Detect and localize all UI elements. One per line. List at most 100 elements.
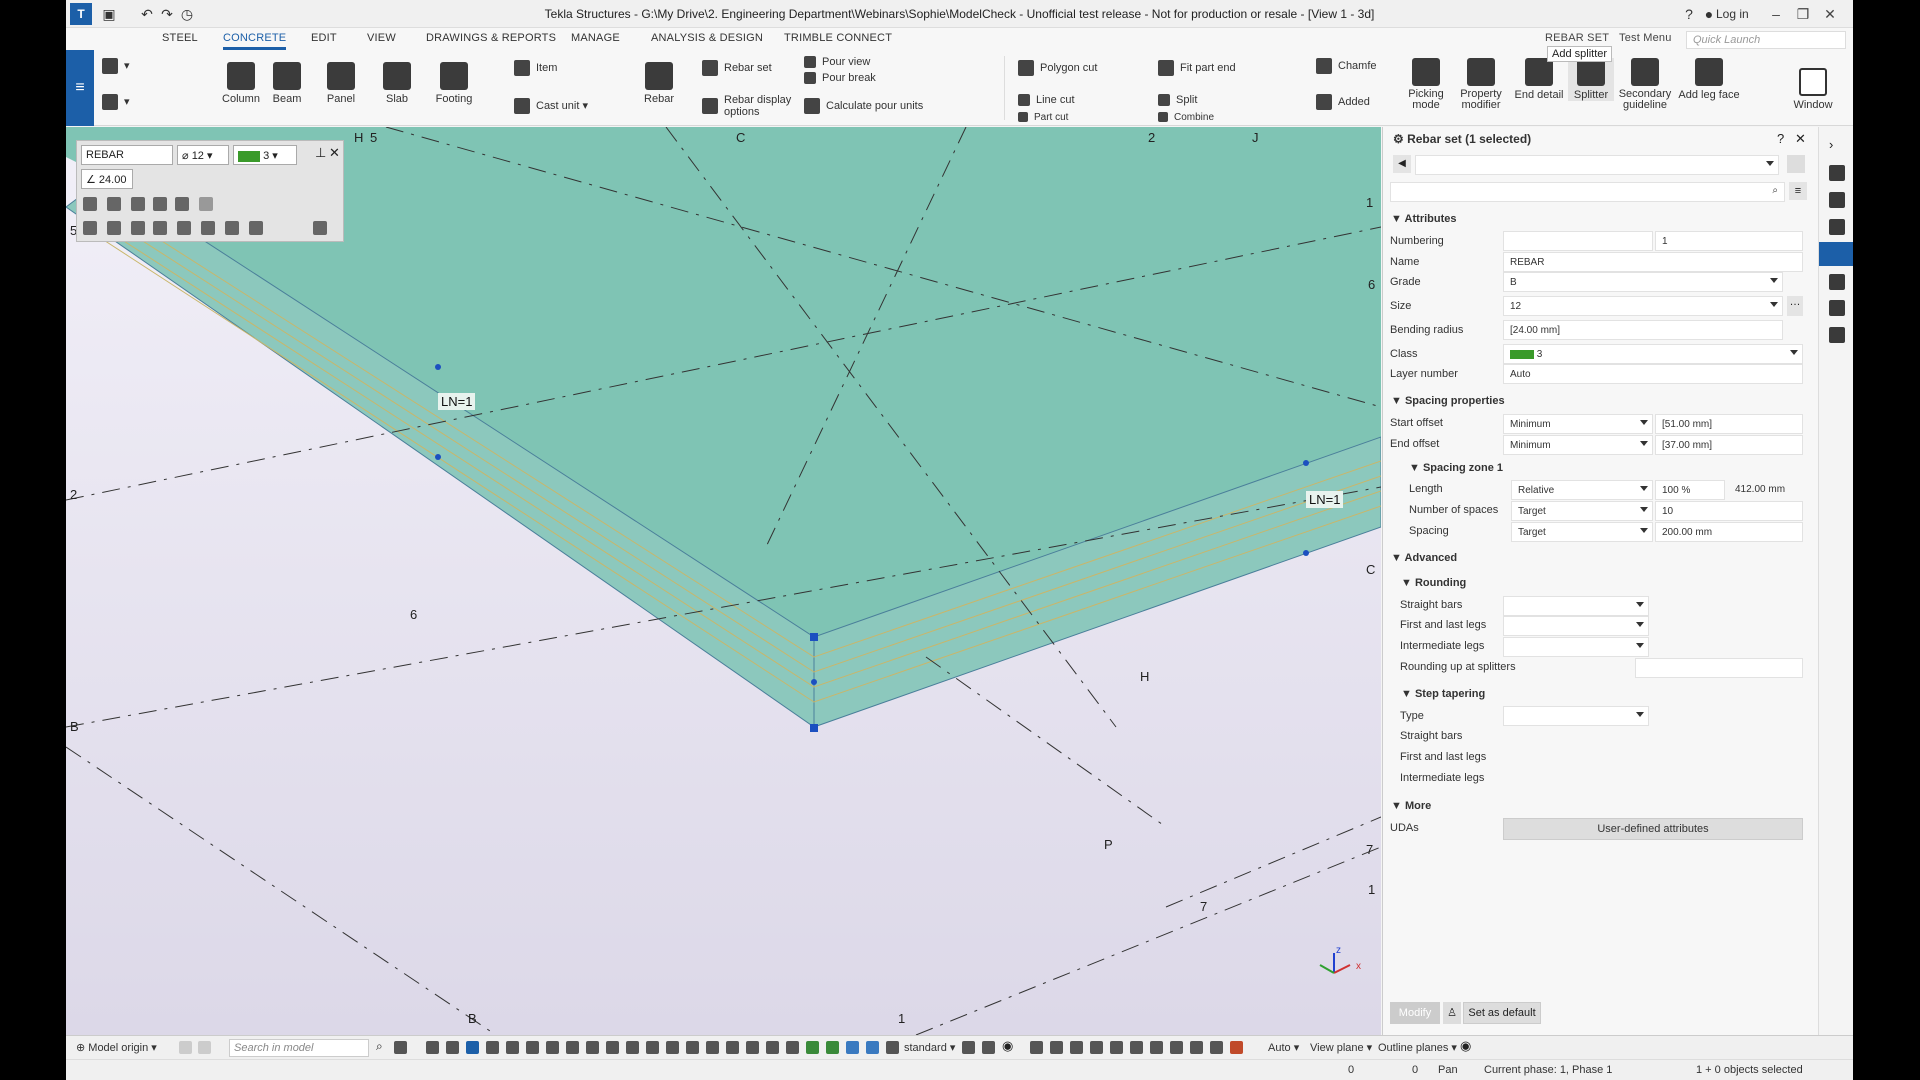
pin-icon[interactable]: ⊥ [315, 145, 326, 161]
line-cut-button[interactable]: Line cut [1018, 94, 1075, 107]
size-select[interactable]: 12 [1503, 296, 1783, 316]
snap-icon[interactable] [982, 1041, 995, 1054]
eye-icon[interactable]: ◉ [1460, 1038, 1473, 1053]
mini-tool-icon[interactable] [177, 221, 191, 235]
snap-icon[interactable] [1210, 1041, 1223, 1054]
snap-icon[interactable] [826, 1041, 839, 1054]
combine-button[interactable]: Combine [1158, 112, 1214, 123]
cube-icon[interactable] [1829, 274, 1845, 290]
mini-tool-icon[interactable] [249, 221, 263, 235]
list-icon[interactable] [313, 221, 327, 235]
help-tool-icon[interactable]: ▾ [102, 94, 130, 110]
bending-radius-input[interactable]: [24.00 mm] [1503, 320, 1783, 340]
panel-button[interactable]: Panel [318, 62, 364, 105]
added-material-button[interactable]: Added [1316, 94, 1370, 110]
quick-launch-input[interactable]: Quick Launch [1686, 31, 1846, 49]
numbering-start-input[interactable]: 1 [1655, 231, 1803, 251]
snap-icon[interactable] [1090, 1041, 1103, 1054]
snap-icon[interactable] [1070, 1041, 1083, 1054]
mini-size-field[interactable]: ⌀ 12 ▾ [177, 145, 229, 165]
start-offset-input[interactable]: [51.00 mm] [1655, 414, 1803, 434]
beam-button[interactable]: Beam [264, 62, 310, 105]
rebar-button[interactable]: Rebar [636, 62, 682, 105]
section-spacing-zone[interactable]: ▼ Spacing zone 1 [1409, 462, 1503, 474]
calculate-pour-units-button[interactable]: Calculate pour units [804, 98, 923, 114]
lock-icon[interactable]: ♙ [1443, 1002, 1461, 1024]
mini-tool-icon[interactable] [201, 221, 215, 235]
mini-tool-icon[interactable] [131, 221, 145, 235]
secondary-guideline-button[interactable]: Secondary guideline [1616, 58, 1674, 111]
save-preset-icon[interactable] [1787, 155, 1805, 173]
select-tool-icon[interactable]: ▾ [102, 58, 130, 74]
property-modifier-button[interactable]: Property modifier [1454, 58, 1508, 111]
mini-tool-icon[interactable] [225, 221, 239, 235]
tab-analysis-design[interactable]: ANALYSIS & DESIGN [651, 32, 763, 44]
cloud-icon[interactable] [1829, 219, 1845, 235]
slab-button[interactable]: Slab [374, 62, 420, 105]
snap-icon[interactable] [1110, 1041, 1123, 1054]
select-tool-icon[interactable] [486, 1041, 499, 1054]
item-button[interactable]: Item [514, 60, 557, 76]
add-leg-face-button[interactable]: Add leg face [1676, 58, 1742, 101]
section-advanced[interactable]: ▼ Advanced [1391, 552, 1457, 564]
picking-mode-button[interactable]: Picking mode [1401, 58, 1451, 111]
close-icon[interactable]: ✕ [329, 145, 340, 161]
mini-radius-field[interactable]: ∠ 24.00 [81, 169, 133, 189]
mini-tool-icon[interactable] [153, 197, 167, 211]
cast-unit-button[interactable]: Cast unit ▾ [514, 98, 588, 114]
part-cut-button[interactable]: Part cut [1018, 112, 1068, 123]
mini-tool-icon[interactable] [107, 197, 121, 211]
snap-icon[interactable] [1050, 1041, 1063, 1054]
search-in-model-input[interactable]: Search in model [229, 1039, 369, 1057]
mini-class-field[interactable]: 3 ▾ [233, 145, 297, 165]
standard-select[interactable]: standard ▾ [904, 1041, 955, 1054]
close-icon[interactable]: ✕ [1795, 131, 1806, 147]
tag-icon[interactable] [1829, 327, 1845, 343]
select-tool-icon[interactable] [626, 1041, 639, 1054]
section-spacing-properties[interactable]: ▼ Spacing properties [1391, 395, 1505, 407]
window-button[interactable]: Window [1788, 68, 1838, 111]
modify-button[interactable]: Modify [1390, 1002, 1440, 1024]
snap-icon[interactable] [846, 1041, 859, 1054]
snap-icon[interactable] [1130, 1041, 1143, 1054]
rebar-display-options-button[interactable]: Rebar display options [702, 94, 804, 118]
chamfer-button[interactable]: Chamfe [1316, 58, 1377, 74]
snap-icon[interactable] [1030, 1041, 1043, 1054]
length-percent-input[interactable]: 100 % [1655, 480, 1725, 500]
tab-edit[interactable]: EDIT [311, 32, 337, 44]
pour-view-button[interactable]: Pour view [804, 56, 870, 69]
name-input[interactable]: REBAR [1503, 252, 1803, 272]
model-canvas[interactable] [66, 127, 1381, 1035]
property-search-input[interactable]: ⌕ [1390, 182, 1785, 202]
tab-drawings-reports[interactable]: DRAWINGS & REPORTS [426, 32, 556, 44]
tab-rebar-set[interactable]: REBAR SET [1545, 32, 1609, 44]
properties-gear-icon[interactable] [1819, 242, 1853, 266]
split-button[interactable]: Split [1158, 94, 1197, 107]
snap-icon[interactable] [686, 1041, 699, 1054]
length-mode-select[interactable]: Relative [1511, 480, 1653, 500]
snap-icon[interactable] [1170, 1041, 1183, 1054]
snap-icon[interactable] [1190, 1041, 1203, 1054]
mini-tool-icon[interactable] [131, 197, 145, 211]
splitter-button[interactable]: Splitter [1568, 58, 1614, 101]
snap-icon[interactable] [766, 1041, 779, 1054]
minimize-icon[interactable]: – [1766, 4, 1786, 24]
select-tool-icon[interactable] [566, 1041, 579, 1054]
properties-preset-select[interactable] [1415, 155, 1779, 175]
mini-tool-icon[interactable] [175, 197, 189, 211]
spacing-mode-select[interactable]: Target [1511, 522, 1653, 542]
mini-tool-icon[interactable] [153, 221, 167, 235]
model-view-3d[interactable]: LN=1 LN=1 H 5 C 2 J 1 6 2 6 C H B P 7 1 … [66, 127, 1381, 1035]
snap-icon[interactable] [726, 1041, 739, 1054]
rounding-intermediate-legs-select[interactable] [1503, 637, 1649, 657]
rounding-up-at-splitters-input[interactable] [1635, 658, 1803, 678]
snap-icon[interactable] [706, 1041, 719, 1054]
rebar-set-button[interactable]: Rebar set [702, 60, 772, 76]
back-icon[interactable]: ◀ [1393, 155, 1411, 173]
close-icon[interactable]: ✕ [1820, 4, 1840, 24]
spacing-input[interactable]: 200.00 mm [1655, 522, 1803, 542]
snap-icon[interactable] [1150, 1041, 1163, 1054]
set-as-default-button[interactable]: Set as default [1463, 1002, 1541, 1024]
select-tool-icon[interactable] [586, 1041, 599, 1054]
work-plane-icon[interactable] [179, 1041, 192, 1054]
